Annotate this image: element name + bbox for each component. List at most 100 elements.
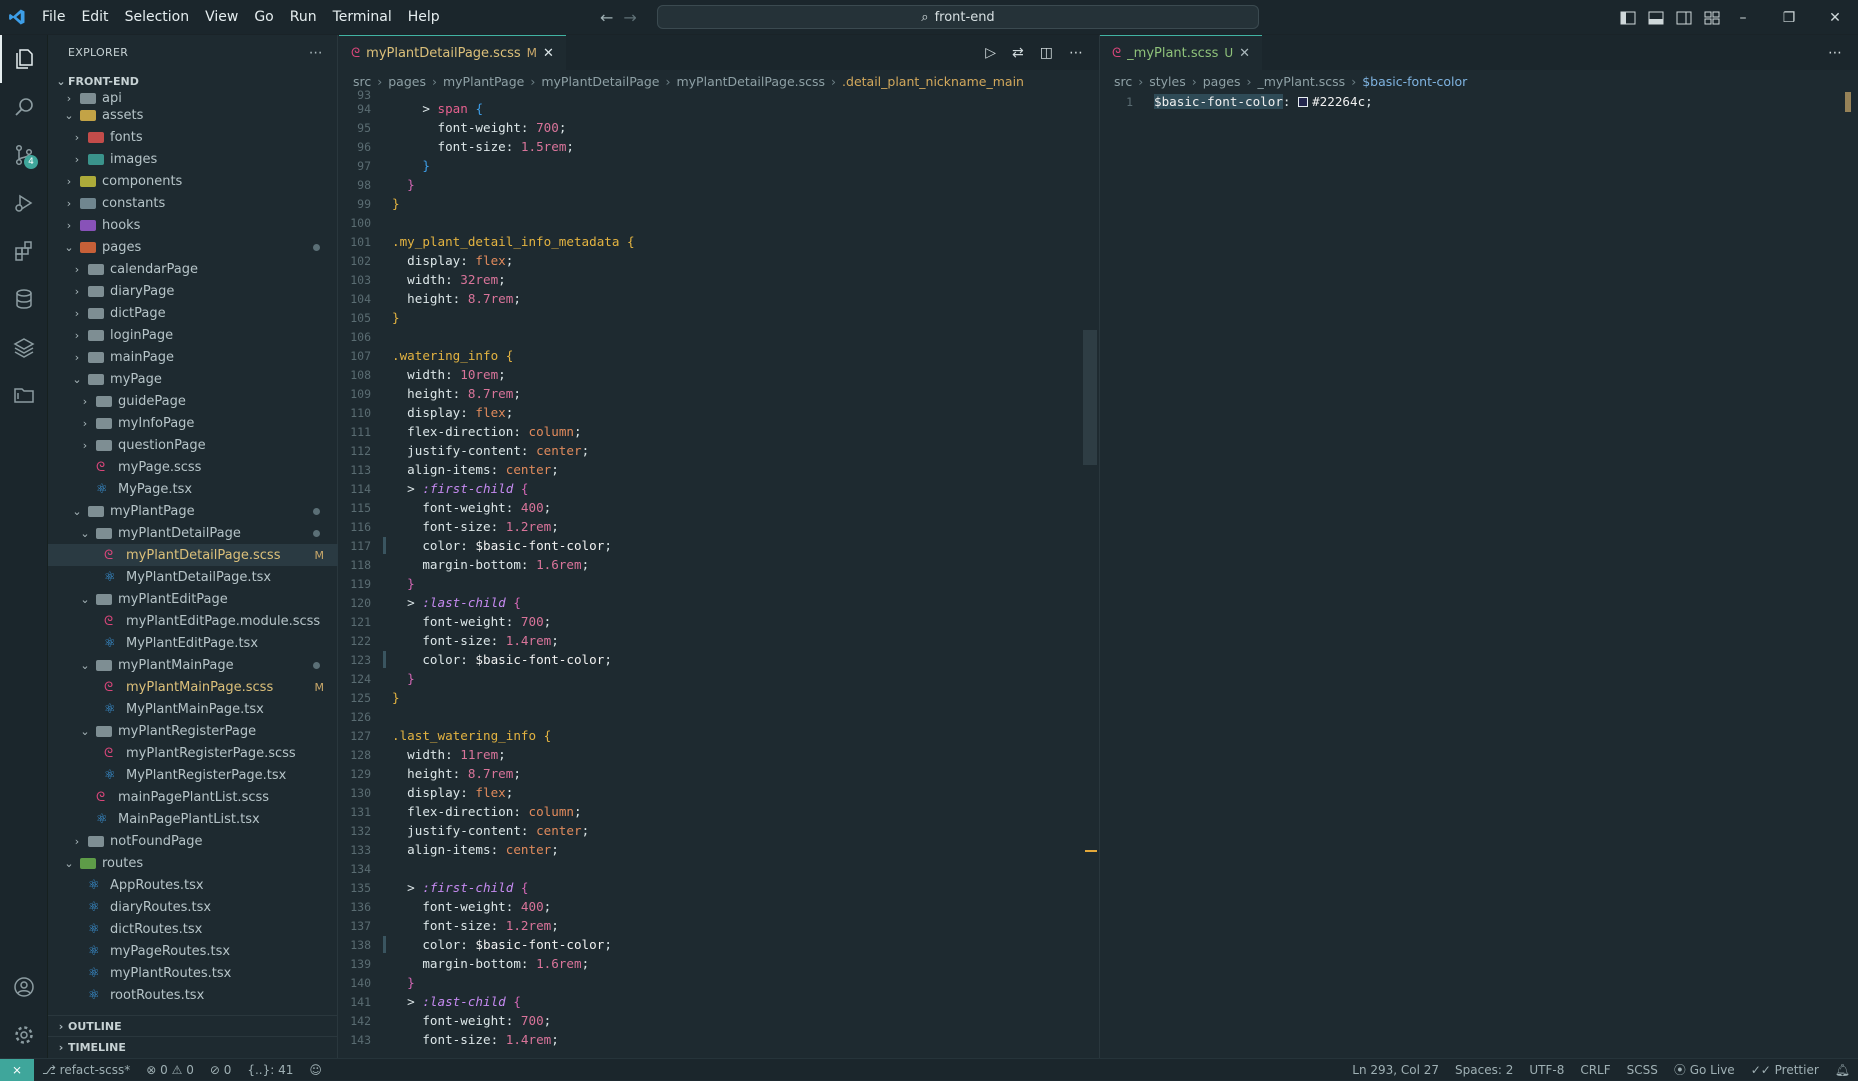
tree-file[interactable]: ᘓ mainPagePlantList.scss: [48, 786, 338, 808]
code-line[interactable]: 130 display: flex;: [343, 783, 1083, 802]
code-editor-right[interactable]: 1 $basic-font-color : #22264c ;: [1105, 92, 1845, 111]
run-icon[interactable]: ▷: [985, 45, 996, 61]
search-view-icon[interactable]: [0, 83, 48, 131]
breadcrumb-item[interactable]: src: [353, 74, 371, 89]
tree-folder[interactable]: › api: [48, 92, 338, 106]
project-manager-icon[interactable]: [0, 371, 48, 419]
toggle-secondary-sidebar-icon[interactable]: [1676, 11, 1692, 25]
tree-folder[interactable]: › fonts: [48, 126, 338, 148]
tree-folder[interactable]: ⌄ routes: [48, 852, 338, 874]
tree-folder[interactable]: › constants: [48, 192, 338, 214]
tree-file[interactable]: ⚛ dictRoutes.tsx: [48, 918, 338, 940]
tree-file[interactable]: ᘓ myPlantDetailPage.scss M: [48, 544, 338, 566]
code-line[interactable]: 125}: [343, 688, 1083, 707]
code-line[interactable]: 131 flex-direction: column;: [343, 802, 1083, 821]
prettier-status[interactable]: ✓✓ Prettier: [1743, 1063, 1827, 1077]
code-line[interactable]: 135 > :first-child {: [343, 878, 1083, 897]
code-line[interactable]: 111 flex-direction: column;: [343, 422, 1083, 441]
breadcrumb-item[interactable]: myPlantDetailPage.scss: [676, 74, 825, 89]
outline-section[interactable]: › OUTLINE: [48, 1015, 338, 1037]
tree-file[interactable]: ⚛ diaryRoutes.tsx: [48, 896, 338, 918]
tree-folder[interactable]: ⌄ assets: [48, 104, 338, 126]
breadcrumb-item[interactable]: $basic-font-color: [1362, 74, 1467, 89]
code-line[interactable]: 123 color: $basic-font-color;: [343, 650, 1083, 669]
problems-status[interactable]: ⊗ 0 ⚠ 0: [138, 1063, 202, 1077]
breadcrumb-item[interactable]: pages: [388, 74, 426, 89]
customize-layout-icon[interactable]: [1704, 11, 1720, 25]
tree-file[interactable]: ⚛ myPlantRoutes.tsx: [48, 962, 338, 984]
tree-file[interactable]: ⚛ MyPlantMainPage.tsx: [48, 698, 338, 720]
accounts-icon[interactable]: [0, 963, 48, 1011]
code-line[interactable]: 137 font-size: 1.2rem;: [343, 916, 1083, 935]
menu-view[interactable]: View: [197, 0, 246, 35]
encoding[interactable]: UTF-8: [1521, 1063, 1572, 1077]
color-swatch[interactable]: [1298, 96, 1309, 107]
code-line[interactable]: 134: [343, 859, 1083, 878]
minimize-icon[interactable]: –: [1720, 10, 1766, 26]
breadcrumb-item[interactable]: pages: [1203, 74, 1241, 89]
tree-folder[interactable]: › diaryPage: [48, 280, 338, 302]
remote-indicator-icon[interactable]: ⨯: [0, 1058, 34, 1081]
tree-folder[interactable]: › calendarPage: [48, 258, 338, 280]
go-live-button[interactable]: ⦿ Go Live: [1666, 1061, 1743, 1078]
tree-folder[interactable]: ⌄ pages: [48, 236, 338, 258]
manage-gear-icon[interactable]: [0, 1011, 48, 1059]
tree-folder[interactable]: ⌄ myPlantEditPage: [48, 588, 338, 610]
code-line[interactable]: 95 font-weight: 700;: [343, 118, 1083, 137]
tree-folder[interactable]: ⌄ myPage: [48, 368, 338, 390]
code-line[interactable]: 136 font-weight: 400;: [343, 897, 1083, 916]
tree-file[interactable]: ᘓ myPlantEditPage.module.scss: [48, 610, 338, 632]
tree-folder[interactable]: › notFoundPage: [48, 830, 338, 852]
code-line[interactable]: 124 }: [343, 669, 1083, 688]
code-line[interactable]: 94 > span {: [343, 99, 1083, 118]
breadcrumb-item[interactable]: src: [1114, 74, 1132, 89]
code-line[interactable]: 113 align-items: center;: [343, 460, 1083, 479]
forward-arrow-icon[interactable]: →: [623, 8, 636, 27]
code-line[interactable]: 138 color: $basic-font-color;: [343, 935, 1083, 954]
menu-help[interactable]: Help: [400, 0, 448, 35]
tree-folder[interactable]: ⌄ myPlantDetailPage: [48, 522, 338, 544]
tree-file[interactable]: ᘓ myPlantRegisterPage.scss: [48, 742, 338, 764]
notifications-icon[interactable]: 🔔︎: [1827, 1063, 1858, 1077]
cursor-position[interactable]: Ln 293, Col 27: [1344, 1063, 1447, 1077]
code-line[interactable]: 104 height: 8.7rem;: [343, 289, 1083, 308]
code-line[interactable]: 128 width: 11rem;: [343, 745, 1083, 764]
tree-folder[interactable]: ⌄ myPlantPage: [48, 500, 338, 522]
code-line[interactable]: 132 justify-content: center;: [343, 821, 1083, 840]
command-center-search[interactable]: ⌕ front-end: [657, 5, 1259, 29]
breadcrumb-item[interactable]: .detail_plant_nickname_main: [842, 74, 1024, 89]
workspace-root[interactable]: ⌄ FRONT-END: [48, 70, 337, 92]
branch-status[interactable]: ⎇ refact-scss*: [34, 1063, 138, 1077]
code-editor-left[interactable]: 93 94 > span {95 font-weight: 700; 96 font…: [343, 88, 1083, 1049]
code-line[interactable]: 133 align-items: center;: [343, 840, 1083, 859]
close-tab-icon[interactable]: ✕: [1239, 46, 1250, 61]
breadcrumb-item[interactable]: _myPlant.scss: [1257, 74, 1345, 89]
close-tab-icon[interactable]: ✕: [543, 46, 554, 61]
selection-status[interactable]: {..}: 41: [239, 1063, 301, 1077]
code-line[interactable]: 142 font-weight: 700;: [343, 1011, 1083, 1030]
more-actions-icon[interactable]: ⋯: [1069, 45, 1083, 61]
tree-folder[interactable]: › images: [48, 148, 338, 170]
back-arrow-icon[interactable]: ←: [600, 8, 613, 27]
tree-file[interactable]: ⚛ AppRoutes.tsx: [48, 874, 338, 896]
code-line[interactable]: 102 display: flex;: [343, 251, 1083, 270]
code-line[interactable]: 105}: [343, 308, 1083, 327]
code-line[interactable]: 141 > :last-child {: [343, 992, 1083, 1011]
tab-myplant-scss[interactable]: ᘓ _myPlant.scss U ✕: [1100, 35, 1263, 70]
code-line[interactable]: 93: [343, 88, 1083, 102]
tree-file[interactable]: ⚛ MyPage.tsx: [48, 478, 338, 500]
tree-folder[interactable]: › myInfoPage: [48, 412, 338, 434]
code-line[interactable]: 143 font-size: 1.4rem;: [343, 1030, 1083, 1049]
code-line[interactable]: 97 }: [343, 156, 1083, 175]
breadcrumb-item[interactable]: myPlantPage: [443, 74, 524, 89]
tree-folder[interactable]: ⌄ myPlantRegisterPage: [48, 720, 338, 742]
tree-folder[interactable]: › mainPage: [48, 346, 338, 368]
indentation[interactable]: Spaces: 2: [1447, 1063, 1521, 1077]
code-line[interactable]: 103 width: 32rem;: [343, 270, 1083, 289]
menu-file[interactable]: File: [34, 0, 73, 35]
layers-icon[interactable]: [0, 323, 48, 371]
extensions-icon[interactable]: [0, 227, 48, 275]
code-line[interactable]: 120 > :last-child {: [343, 593, 1083, 612]
database-icon[interactable]: [0, 275, 48, 323]
tree-folder[interactable]: › components: [48, 170, 338, 192]
